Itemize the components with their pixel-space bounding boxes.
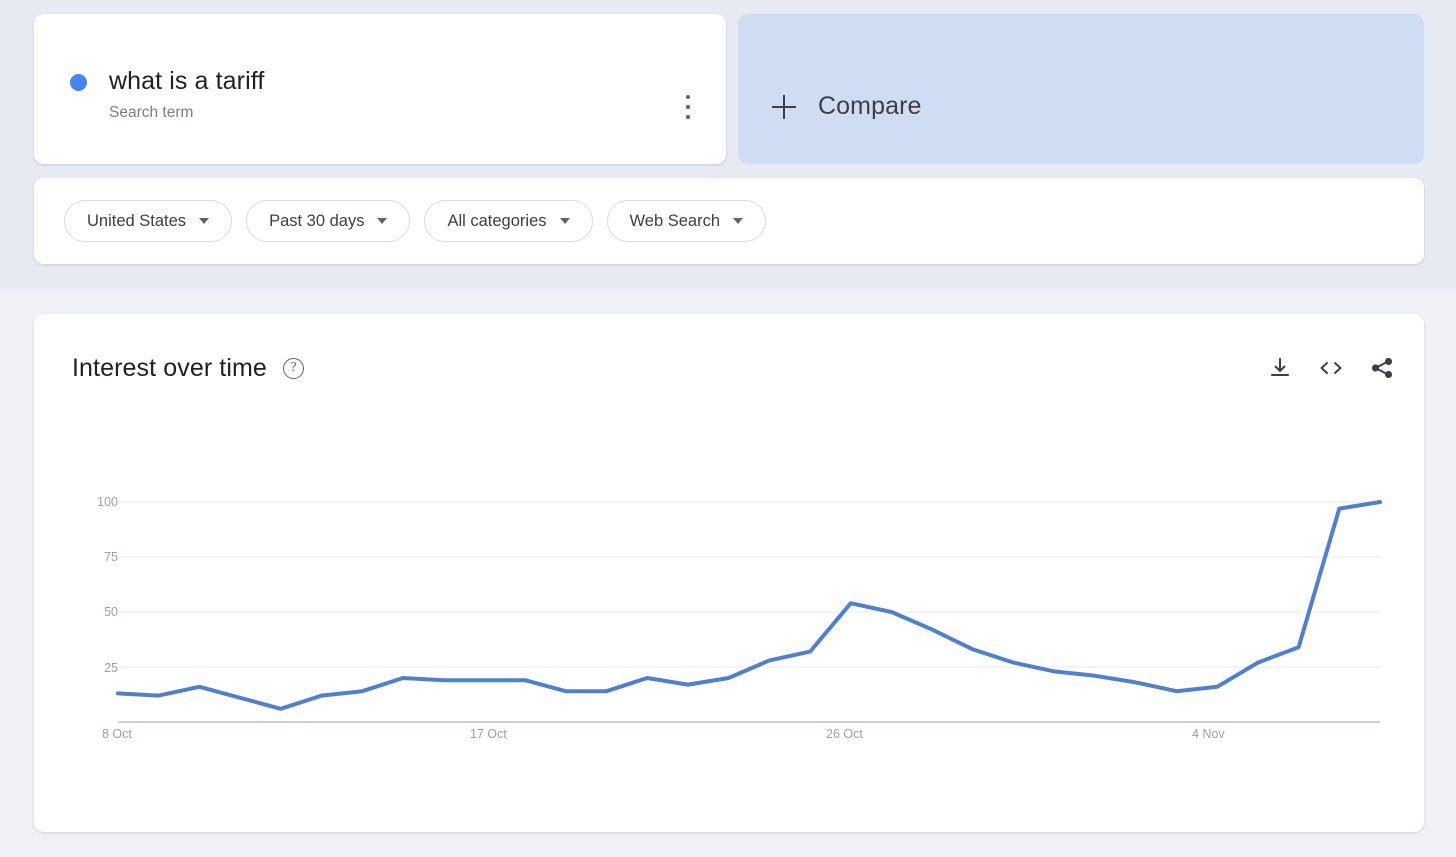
filter-search-type[interactable]: Web Search <box>606 200 767 242</box>
filter-time-range-label: Past 30 days <box>269 211 365 230</box>
filter-region[interactable]: United States <box>64 200 233 242</box>
chevron-down-icon <box>199 218 210 224</box>
dot <box>686 95 690 99</box>
filter-time-range[interactable]: Past 30 days <box>246 200 411 242</box>
search-term-content: what is a tariff Search term <box>70 66 264 122</box>
series-color-dot <box>70 74 87 91</box>
filter-bar: United States Past 30 days All categorie… <box>34 178 1424 264</box>
x-axis-tick: 17 Oct <box>470 727 507 741</box>
series-line-what-is-a-tariff[interactable] <box>116 500 1382 711</box>
filter-region-label: United States <box>87 211 187 230</box>
x-axis-tick: 26 Oct <box>826 727 863 741</box>
dot <box>686 105 690 109</box>
filter-search-type-label: Web Search <box>629 211 721 230</box>
plus-icon <box>772 94 796 119</box>
interest-over-time-card: Interest over time ? 100 75 50 25 8 Oct … <box>34 314 1424 832</box>
chevron-down-icon <box>733 218 744 224</box>
search-term-row: what is a tariff Search term Compare <box>34 14 1424 164</box>
chevron-down-icon <box>559 218 570 224</box>
x-axis-tick: 8 Oct <box>102 727 132 741</box>
compare-content: Compare <box>772 92 922 121</box>
dot <box>686 115 690 119</box>
trends-line-chart <box>116 500 1382 723</box>
filter-category-label: All categories <box>447 211 547 230</box>
compare-label: Compare <box>818 92 922 120</box>
more-vert-icon[interactable] <box>674 92 702 122</box>
chevron-down-icon <box>377 218 388 224</box>
chart-plot-area: 100 75 50 25 8 Oct 17 Oct 26 Oct 4 Nov <box>34 314 1424 832</box>
search-term-text: what is a tariff Search term <box>109 66 264 122</box>
google-trends-page: what is a tariff Search term Compare Uni… <box>0 0 1456 857</box>
x-axis-tick: 4 Nov <box>1192 727 1225 741</box>
compare-button[interactable]: Compare <box>738 14 1424 164</box>
filter-category[interactable]: All categories <box>424 200 593 242</box>
search-term-card[interactable]: what is a tariff Search term <box>34 14 726 164</box>
search-term-label: what is a tariff <box>109 67 265 95</box>
search-term-type: Search term <box>109 104 194 121</box>
